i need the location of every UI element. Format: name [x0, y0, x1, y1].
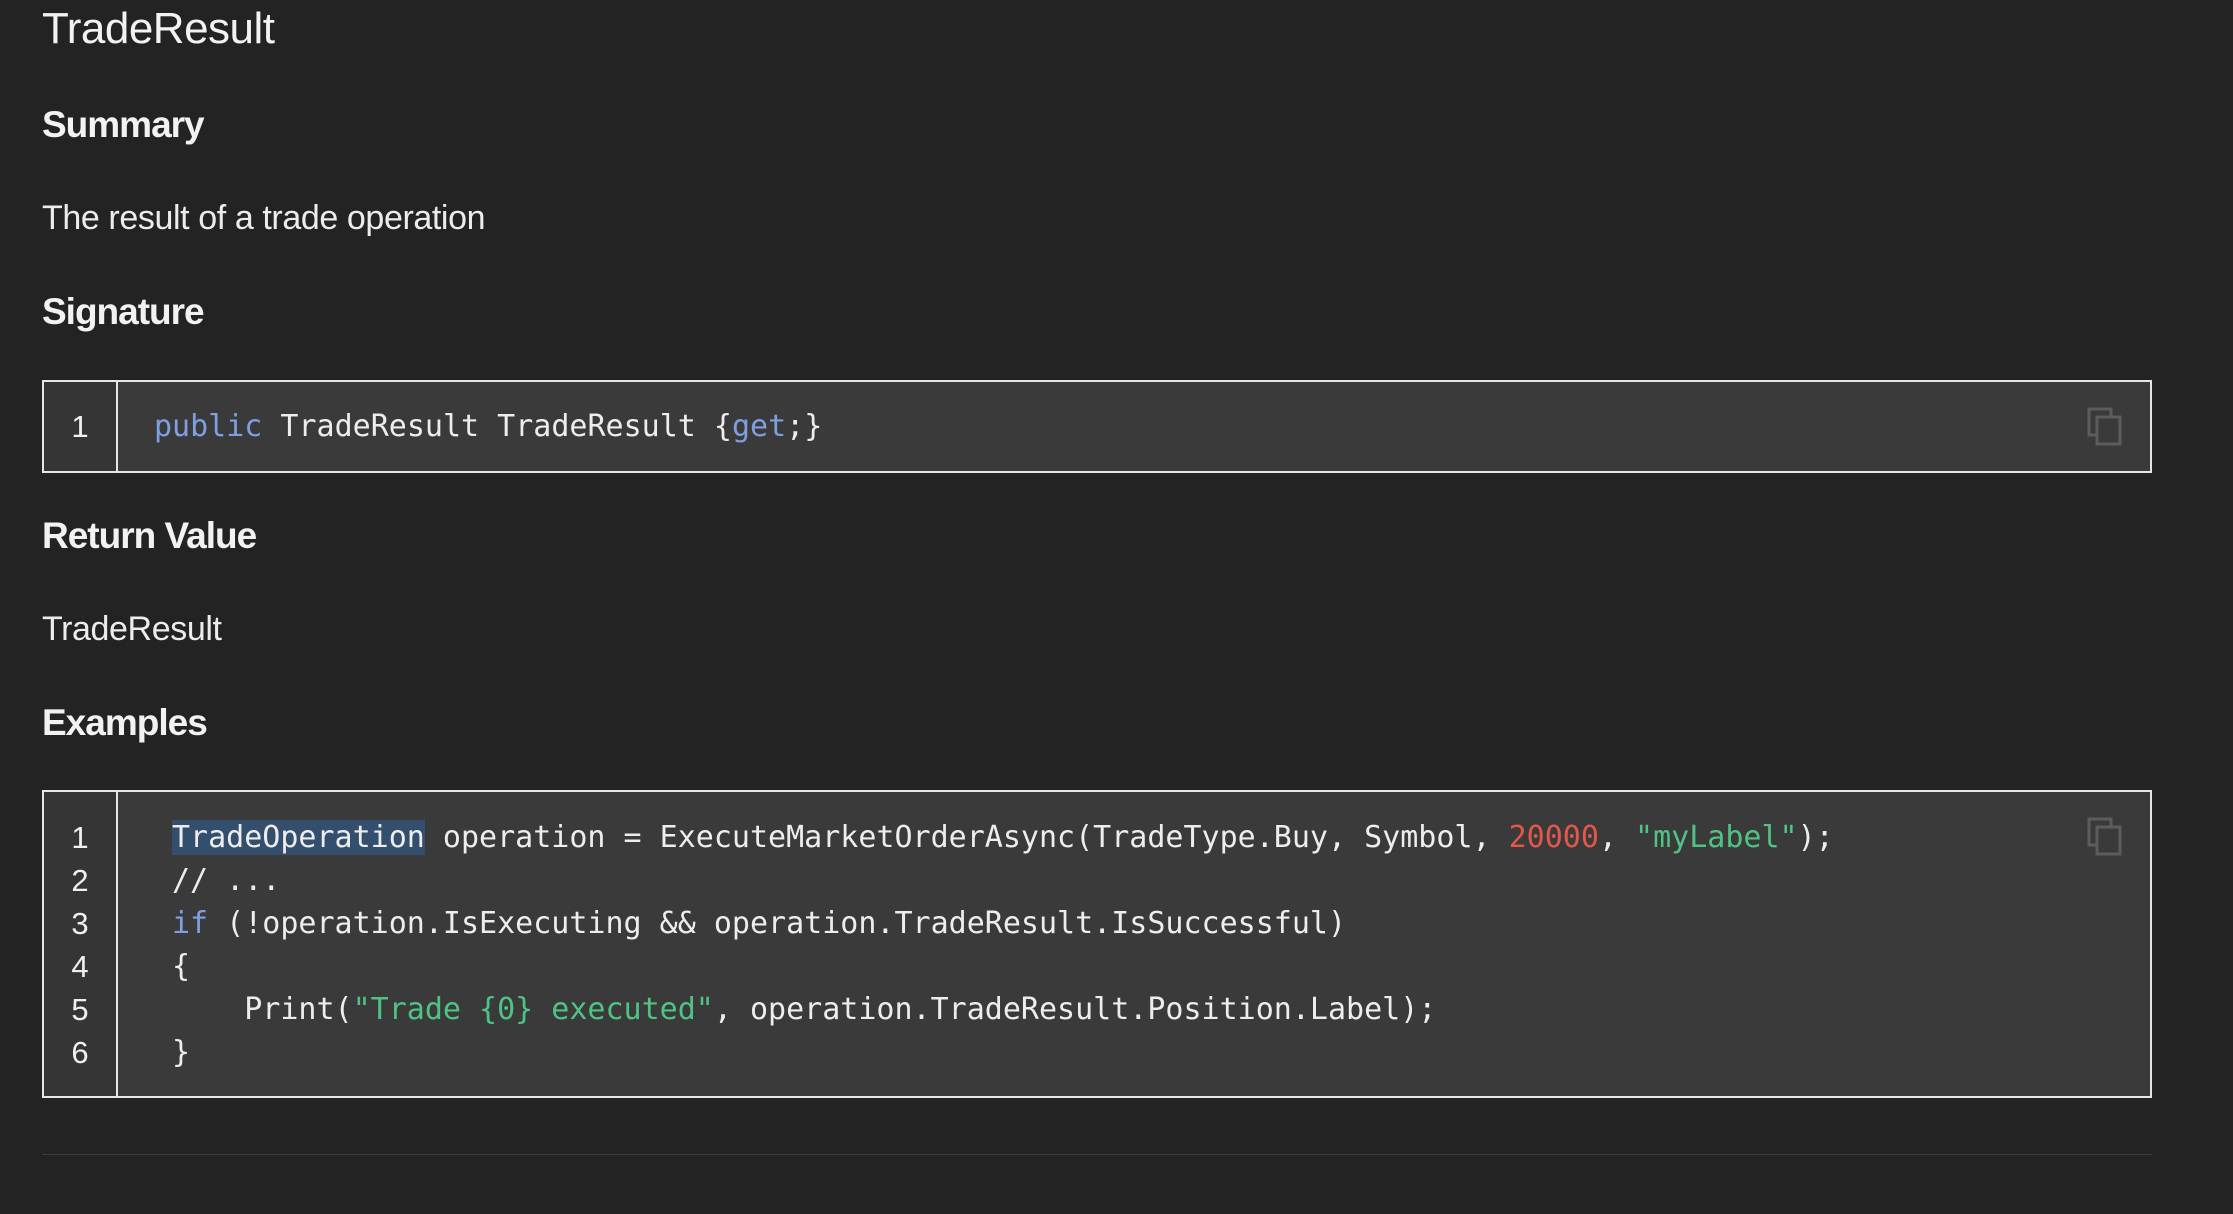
return-value-text: TradeResult: [42, 610, 222, 648]
copy-icon: [2086, 816, 2124, 856]
copy-button[interactable]: [2086, 406, 2124, 446]
code-line[interactable]: // ...: [172, 859, 280, 902]
copy-button[interactable]: [2086, 816, 2124, 856]
code-token: if: [172, 906, 209, 941]
code-token: ;}: [786, 409, 823, 444]
line-number: 2: [71, 863, 89, 898]
page-title: TradeResult: [42, 4, 275, 53]
code-token: {: [172, 949, 191, 984]
code-token: (!operation.IsExecuting && operation.Tra…: [208, 906, 1347, 941]
code-token: Print(: [172, 992, 353, 1027]
examples-heading: Examples: [42, 702, 208, 743]
code-token: "Trade {0} executed": [352, 992, 714, 1027]
code-line[interactable]: }: [172, 1031, 190, 1074]
line-number: 3: [71, 906, 89, 941]
code-token: get: [731, 409, 787, 444]
return-value-heading: Return Value: [42, 515, 257, 556]
summary-heading: Summary: [42, 104, 205, 145]
code-line[interactable]: Print("Trade {0} executed", operation.Tr…: [172, 988, 1436, 1031]
copy-icon: [2086, 406, 2124, 446]
line-number: 6: [71, 1035, 89, 1070]
code-line[interactable]: {: [172, 945, 190, 988]
line-number: 4: [71, 949, 89, 984]
line-number: 1: [71, 820, 89, 855]
code-token: operation = ExecuteMarketOrderAsync(Trad…: [424, 820, 1509, 855]
line-number: 1: [71, 409, 89, 444]
code-token: );: [1797, 820, 1834, 855]
code-line[interactable]: TradeOperation operation = ExecuteMarket…: [172, 816, 1834, 859]
code-token: }: [172, 1035, 191, 1070]
line-number: 5: [71, 992, 89, 1027]
signature-heading: Signature: [42, 291, 205, 332]
code-token: , operation.TradeResult.Position.Label);: [713, 992, 1437, 1027]
code-token: ,: [1598, 820, 1636, 855]
divider: [42, 1154, 2152, 1155]
code-token: TradeResult TradeResult {: [262, 409, 732, 444]
examples-code-block: 1 2 3 4 5 6 TradeOperation operation = Execut…: [42, 790, 2152, 1098]
code-token: public: [154, 409, 263, 444]
code-line[interactable]: public TradeResult TradeResult {get;}: [154, 405, 822, 448]
summary-text: The result of a trade operation: [42, 199, 486, 237]
code-line[interactable]: if (!operation.IsExecuting && operation.…: [172, 902, 1346, 945]
code-token: "myLabel": [1635, 820, 1798, 855]
signature-code-block: 1 public TradeResult TradeResult {get;}: [42, 380, 2152, 473]
code-token: 20000: [1508, 820, 1599, 855]
code-token: // ...: [172, 863, 281, 898]
selected-token: TradeOperation: [172, 820, 425, 855]
